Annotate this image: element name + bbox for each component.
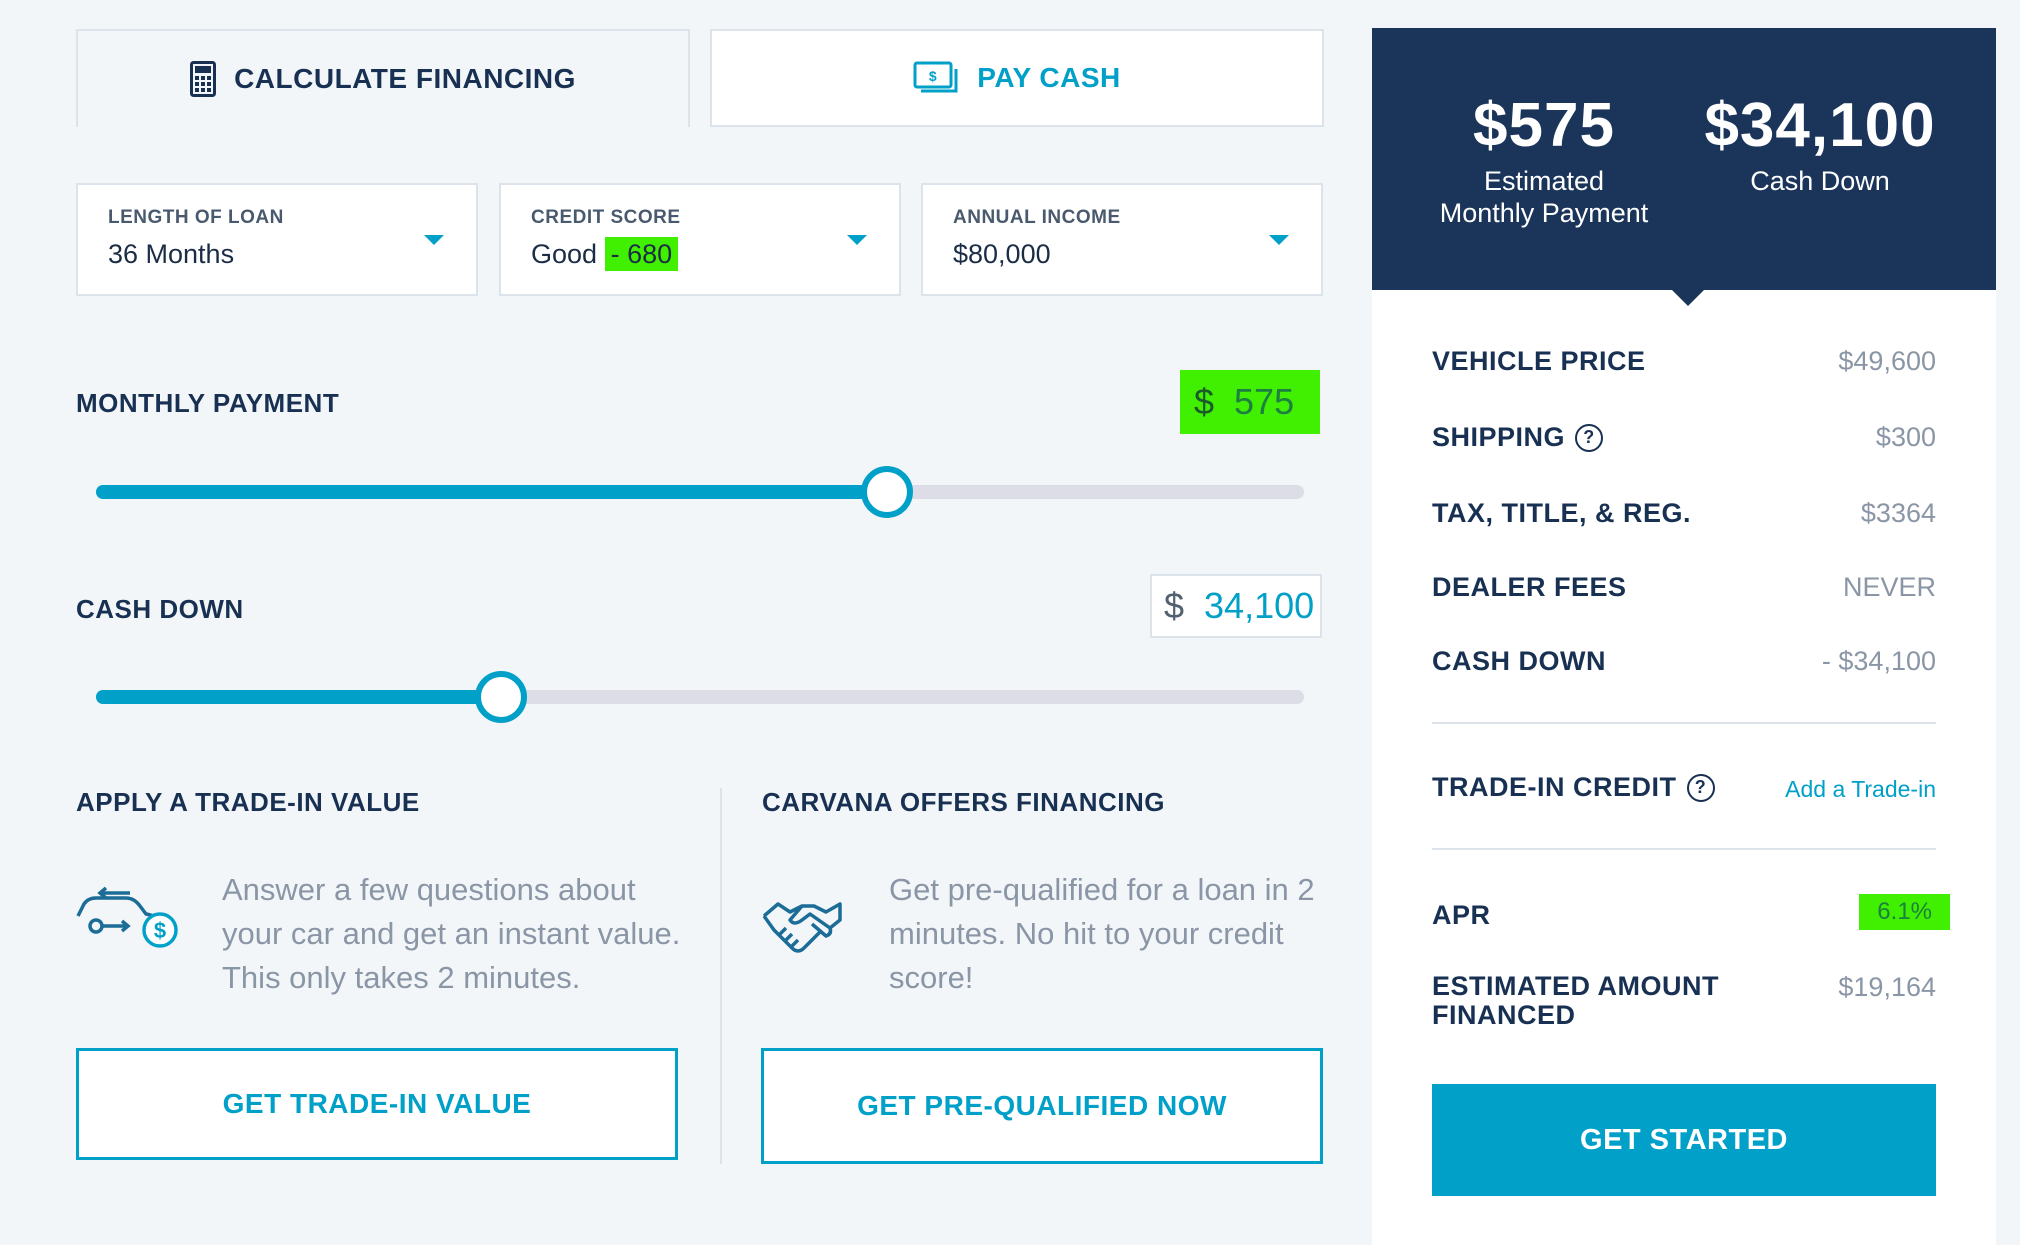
credit-score-rating: Good xyxy=(531,239,598,269)
monthly-payment-label: MONTHLY PAYMENT xyxy=(76,388,340,418)
calculator-icon xyxy=(190,61,217,97)
credit-score-number: - 680 xyxy=(604,237,679,271)
financing-offer-description: Get pre-qualified for a loan in 2 minute… xyxy=(889,872,1315,995)
chevron-down-icon xyxy=(1269,235,1289,245)
help-icon[interactable]: ? xyxy=(1575,423,1604,452)
monthly-payment-summary: $575 Estimated Monthly Payment xyxy=(1394,90,1694,229)
tab-pay-cash[interactable]: $ PAY CASH xyxy=(710,29,1324,127)
chevron-down-icon xyxy=(424,235,444,245)
apr-value: 6.1% xyxy=(1859,894,1950,930)
monthly-payment-amount: $575 xyxy=(1473,91,1615,160)
divider xyxy=(1432,848,1936,850)
amount-financed-value: $19,164 xyxy=(1838,972,1936,1002)
summary-header: $575 Estimated Monthly Payment $34,100 C… xyxy=(1372,28,1996,290)
get-prequalified-button[interactable]: GET PRE-QUALIFIED NOW xyxy=(761,1048,1323,1164)
vehicle-price-value: $49,600 xyxy=(1838,346,1936,376)
tab-calculate-financing-label: CALCULATE FINANCING xyxy=(234,63,576,94)
chevron-down-icon xyxy=(847,235,867,245)
add-trade-in-link[interactable]: Add a Trade-in xyxy=(1785,776,1936,803)
dealer-fees-label: DEALER FEES xyxy=(1432,572,1627,602)
cash-down-label: CASH DOWN xyxy=(76,594,244,624)
car-trade-icon: $ xyxy=(74,882,180,955)
tab-calculate-financing[interactable]: CALCULATE FINANCING xyxy=(76,29,690,127)
vehicle-price-label: VEHICLE PRICE xyxy=(1432,346,1646,376)
handshake-icon xyxy=(760,898,844,965)
monthly-payment-caption: Estimated Monthly Payment xyxy=(1439,166,1649,228)
slider-fill xyxy=(96,690,501,704)
slider-thumb[interactable] xyxy=(861,466,913,518)
shipping-value: $300 xyxy=(1875,422,1936,452)
loan-length-label: LENGTH OF LOAN xyxy=(108,207,284,228)
amount-financed-label: ESTIMATED AMOUNT FINANCED xyxy=(1432,971,1719,1030)
cash-down-summary: $34,100 Cash Down xyxy=(1670,90,1970,197)
payment-summary-panel: $575 Estimated Monthly Payment $34,100 C… xyxy=(1372,28,1996,1245)
credit-score-value: Good - 680 xyxy=(531,237,869,271)
monthly-payment-slider[interactable] xyxy=(96,466,1304,518)
header-pointer xyxy=(1670,288,1706,306)
credit-score-select[interactable]: CREDIT SCORE Good - 680 xyxy=(499,183,901,296)
svg-text:$: $ xyxy=(929,68,937,84)
get-trade-in-value-button[interactable]: GET TRADE-IN VALUE xyxy=(76,1048,678,1160)
shipping-label: SHIPPING xyxy=(1432,422,1566,452)
cash-down-value: 34,100 xyxy=(1204,585,1315,626)
slider-thumb[interactable] xyxy=(475,671,527,723)
trade-in-description: Answer a few questions about your car an… xyxy=(222,872,681,995)
cash-down-slider[interactable] xyxy=(96,671,1304,723)
monthly-payment-input[interactable]: $ 575 xyxy=(1180,370,1320,434)
section-divider xyxy=(720,788,722,1164)
trade-in-credit-label: TRADE-IN CREDIT xyxy=(1432,772,1677,802)
cash-down-amount: $34,100 xyxy=(1704,91,1936,160)
loan-length-value: 36 Months xyxy=(108,239,235,269)
trade-in-credit-label-wrap: TRADE-IN CREDIT ? xyxy=(1432,772,1715,803)
credit-score-label: CREDIT SCORE xyxy=(531,207,681,228)
shipping-label-wrap: SHIPPING ? xyxy=(1432,422,1604,453)
cash-icon: $ xyxy=(913,61,959,95)
cash-down-row-label: CASH DOWN xyxy=(1432,646,1606,676)
cash-down-row-value: - $34,100 xyxy=(1821,646,1936,676)
get-started-button[interactable]: GET STARTED xyxy=(1432,1084,1936,1196)
divider xyxy=(1432,722,1936,724)
monthly-payment-value: 575 xyxy=(1234,381,1295,422)
annual-income-value: $80,000 xyxy=(953,239,1051,269)
annual-income-label: ANNUAL INCOME xyxy=(953,207,1121,228)
loan-length-select[interactable]: LENGTH OF LOAN 36 Months xyxy=(76,183,478,296)
currency-symbol: $ xyxy=(1164,585,1185,626)
svg-text:$: $ xyxy=(154,918,166,943)
currency-symbol: $ xyxy=(1194,381,1215,422)
apr-label: APR xyxy=(1432,900,1491,930)
tax-label: TAX, TITLE, & REG. xyxy=(1432,498,1692,528)
cash-down-caption: Cash Down xyxy=(1750,166,1890,196)
cash-down-input[interactable]: $ 34,100 xyxy=(1150,574,1322,638)
trade-in-title: APPLY A TRADE-IN VALUE xyxy=(76,787,420,817)
dealer-fees-value: NEVER xyxy=(1842,572,1936,602)
slider-fill xyxy=(96,485,887,499)
annual-income-select[interactable]: ANNUAL INCOME $80,000 xyxy=(921,183,1323,296)
tab-pay-cash-label: PAY CASH xyxy=(977,62,1121,93)
financing-offer-title: CARVANA OFFERS FINANCING xyxy=(762,787,1165,817)
tax-value: $3364 xyxy=(1860,498,1936,528)
help-icon[interactable]: ? xyxy=(1686,773,1715,802)
